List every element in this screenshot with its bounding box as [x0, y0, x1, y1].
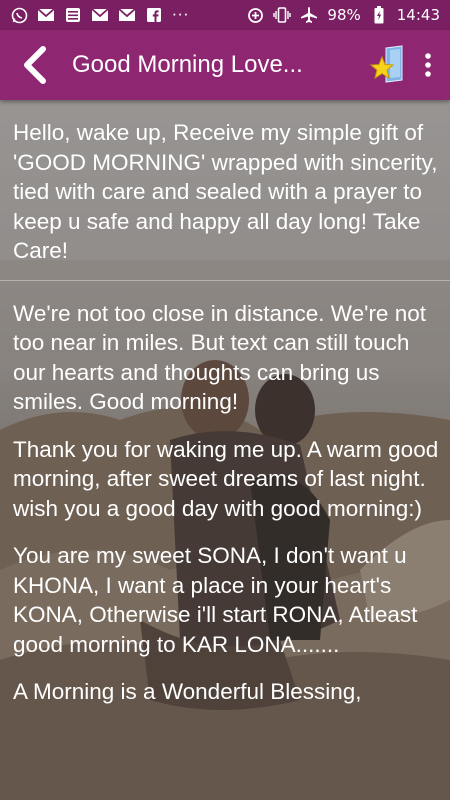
gmail-icon [118, 7, 136, 23]
screen: ··· 98% 14:43 Good Morning Love... Hello… [0, 0, 450, 800]
back-arrow-icon [24, 46, 46, 84]
notification-icons: ··· [10, 6, 189, 24]
message-item[interactable]: A Morning is a Wonderful Blessing, [0, 673, 450, 721]
app-bar: Good Morning Love... [0, 30, 450, 100]
star-icon [369, 45, 403, 83]
facebook-icon [145, 7, 163, 23]
airplane-icon [300, 7, 318, 23]
message-list: Hello, wake up, Receive my simple gift o… [0, 100, 450, 800]
message-item[interactable]: You are my sweet SONA, I don't want u KH… [0, 537, 450, 673]
overflow-dots: ··· [172, 6, 190, 24]
message-item[interactable]: Thank you for waking me up. A warm good … [0, 431, 450, 538]
clock: 14:43 [396, 6, 440, 24]
gmail-icon [91, 7, 109, 23]
back-button[interactable] [4, 30, 64, 100]
vibrate-icon [273, 7, 292, 23]
page-title: Good Morning Love... [72, 51, 303, 78]
data-saver-icon [246, 7, 264, 23]
more-vert-icon [425, 53, 431, 77]
battery-icon [370, 6, 388, 24]
message-item[interactable]: We're not too close in distance. We're n… [0, 281, 450, 431]
overflow-menu-button[interactable] [410, 30, 446, 100]
news-icon [64, 7, 82, 23]
status-bar: ··· 98% 14:43 [0, 0, 450, 30]
whatsapp-icon [10, 7, 28, 23]
system-icons: 98% 14:43 [246, 6, 440, 24]
message-item[interactable]: Hello, wake up, Receive my simple gift o… [0, 100, 450, 281]
gmail-icon [37, 7, 55, 23]
battery-percent: 98% [327, 6, 361, 24]
favorite-button[interactable] [364, 30, 410, 100]
